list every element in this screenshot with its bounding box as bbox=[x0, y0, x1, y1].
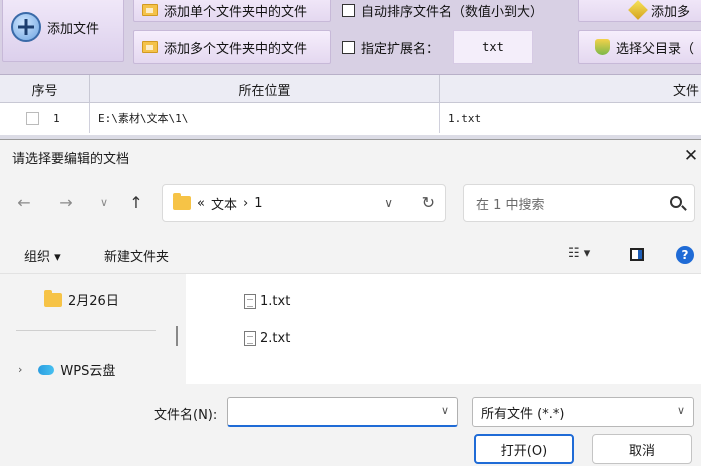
add-file-label: 添加文件 bbox=[47, 21, 100, 37]
plus-circle-icon bbox=[11, 12, 41, 42]
filetype-value: 所有文件 (*.*) bbox=[481, 406, 565, 422]
navigation-bar: ← → ∨ ↑ « 文本 › 1 ∨ ↻ 在 1 中搜索 bbox=[0, 180, 701, 226]
row-index: 1 bbox=[53, 111, 60, 125]
row-location: E:\素材\文本\1\ bbox=[90, 103, 440, 133]
breadcrumb-separator: › bbox=[242, 195, 249, 211]
grid-header: 序号 所在位置 文件 bbox=[0, 75, 701, 103]
file-name: 1.txt bbox=[260, 294, 291, 309]
row-index-cell: 1 bbox=[0, 103, 90, 133]
chevron-down-icon[interactable]: ∨ bbox=[441, 404, 449, 417]
folder-icon bbox=[44, 289, 62, 307]
pane-splitter[interactable] bbox=[176, 326, 178, 346]
text-file-icon bbox=[244, 294, 256, 309]
add-multi-folder-button[interactable]: 添加多个文件夹中的文件 bbox=[133, 30, 331, 64]
filename-label: 文件名(N): bbox=[154, 408, 218, 423]
view-options-icon[interactable]: ☷ ▾ bbox=[568, 246, 590, 261]
preview-pane-icon[interactable] bbox=[630, 248, 644, 261]
expand-chevron-icon[interactable]: › bbox=[18, 363, 22, 376]
row-file: 1.txt bbox=[448, 111, 482, 125]
text-file-icon bbox=[244, 331, 256, 346]
folder-icon bbox=[173, 193, 191, 210]
file-list: 1.txt 2.txt bbox=[186, 274, 701, 384]
add-multi-folder-label: 添加多个文件夹中的文件 bbox=[164, 41, 308, 57]
help-icon[interactable]: ? bbox=[676, 246, 694, 264]
shield-icon bbox=[595, 39, 610, 55]
nav-item-label: 2月26日 bbox=[68, 294, 119, 309]
col-header-file[interactable]: 文件 bbox=[440, 75, 701, 103]
breadcrumb-current[interactable]: 1 bbox=[254, 196, 262, 211]
recent-chevron-icon[interactable]: ∨ bbox=[92, 190, 116, 214]
search-icon[interactable] bbox=[670, 196, 682, 208]
select-parent-button[interactable]: 选择父目录（ bbox=[578, 30, 701, 64]
search-placeholder: 在 1 中搜索 bbox=[476, 197, 545, 213]
specify-ext-label: 指定扩展名： bbox=[361, 41, 440, 57]
up-arrow-icon[interactable]: ↑ bbox=[124, 190, 148, 214]
add-single-folder-button[interactable]: 添加单个文件夹中的文件 bbox=[133, 0, 331, 22]
table-row[interactable]: 1 E:\素材\文本\1\ 1.txt bbox=[0, 103, 701, 133]
address-bar[interactable]: « 文本 › 1 ∨ ↻ bbox=[162, 184, 446, 222]
dialog-title: 请选择要编辑的文档 bbox=[12, 152, 130, 167]
list-item[interactable]: 1.txt bbox=[244, 294, 290, 309]
cloud-icon bbox=[38, 364, 55, 375]
open-button[interactable]: 打开(O) bbox=[474, 434, 574, 464]
specify-ext-option[interactable]: 指定扩展名： txt bbox=[338, 30, 570, 64]
main-toolbar: 添加文件 添加单个文件夹中的文件 添加多个文件夹中的文件 自动排序文件名（数值小… bbox=[0, 0, 701, 75]
col-header-location[interactable]: 所在位置 bbox=[90, 75, 440, 103]
navigation-pane: 2月26日 › WPS云盘 bbox=[0, 274, 186, 384]
new-folder-button[interactable]: 新建文件夹 bbox=[104, 246, 169, 265]
breadcrumb-text[interactable]: 文本 bbox=[211, 194, 237, 213]
back-arrow-icon[interactable]: ← bbox=[12, 190, 36, 214]
add-more-label: 添加多 bbox=[651, 4, 691, 20]
chevron-down-icon[interactable]: ∨ bbox=[677, 404, 685, 417]
ext-input[interactable]: txt bbox=[453, 30, 534, 64]
nav-item-date-folder[interactable]: 2月26日 bbox=[44, 289, 119, 309]
command-bar: 组织 ▾ 新建文件夹 ☷ ▾ ? bbox=[0, 236, 701, 274]
file-grid: 序号 所在位置 文件 1 E:\素材\文本\1\ 1.txt bbox=[0, 75, 701, 135]
filetype-select[interactable]: 所有文件 (*.*) ∨ bbox=[472, 397, 694, 427]
address-prefix[interactable]: « bbox=[197, 196, 205, 211]
dialog-footer: 文件名(N): ∨ 所有文件 (*.*) ∨ 打开(O) 取消 bbox=[0, 384, 701, 466]
select-parent-label: 选择父目录（ bbox=[616, 41, 695, 57]
folder-icon bbox=[142, 41, 158, 53]
file-name: 2.txt bbox=[260, 331, 291, 346]
add-file-button[interactable]: 添加文件 bbox=[2, 0, 124, 62]
search-input[interactable]: 在 1 中搜索 bbox=[463, 184, 695, 222]
dialog-titlebar: 请选择要编辑的文档 ✕ bbox=[0, 140, 701, 172]
open-file-dialog: 请选择要编辑的文档 ✕ ← → ∨ ↑ « 文本 › 1 ∨ ↻ 在 1 中搜索… bbox=[0, 139, 701, 466]
organize-menu[interactable]: 组织 ▾ bbox=[24, 246, 61, 265]
auto-sort-label: 自动排序文件名（数值小到大） bbox=[361, 4, 544, 20]
close-icon[interactable]: ✕ bbox=[681, 140, 701, 172]
nav-item-wps-cloud[interactable]: › WPS云盘 bbox=[18, 360, 115, 379]
list-item[interactable]: 2.txt bbox=[244, 331, 290, 346]
col-header-index[interactable]: 序号 bbox=[0, 75, 90, 103]
auto-sort-option[interactable]: 自动排序文件名（数值小到大） bbox=[338, 0, 570, 22]
auto-sort-checkbox[interactable] bbox=[342, 3, 355, 17]
add-more-button[interactable]: 添加多 bbox=[578, 0, 701, 22]
refresh-icon[interactable]: ↻ bbox=[422, 193, 435, 212]
row-checkbox[interactable] bbox=[26, 111, 39, 125]
forward-arrow-icon[interactable]: → bbox=[54, 190, 78, 214]
chevron-down-icon[interactable]: ∨ bbox=[384, 196, 393, 210]
cancel-button[interactable]: 取消 bbox=[592, 434, 692, 464]
specify-ext-checkbox[interactable] bbox=[342, 40, 355, 54]
add-single-folder-label: 添加单个文件夹中的文件 bbox=[164, 4, 308, 20]
gem-icon bbox=[628, 0, 648, 20]
nav-item-label: WPS云盘 bbox=[60, 364, 116, 379]
filename-field[interactable]: ∨ bbox=[227, 397, 458, 427]
folder-icon bbox=[142, 4, 158, 16]
divider bbox=[16, 330, 156, 331]
